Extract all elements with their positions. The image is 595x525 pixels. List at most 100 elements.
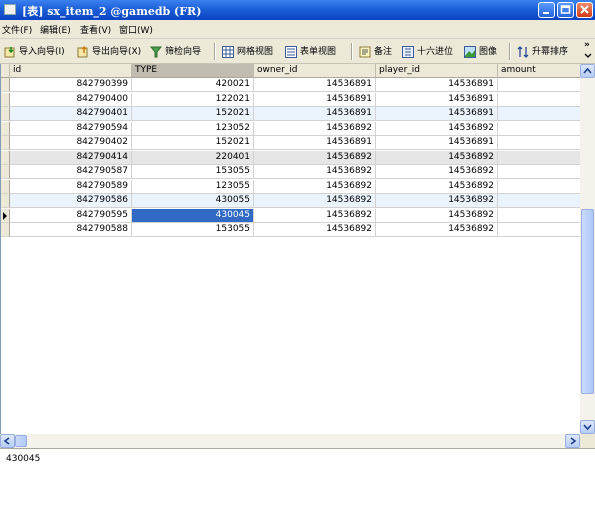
export-wizard-button[interactable]: 导出向导(X)	[77, 44, 141, 59]
horizontal-scroll-thumb[interactable]	[15, 435, 27, 447]
cell-type[interactable]: 430045	[132, 208, 254, 223]
cell-player-id[interactable]: 14536891	[376, 107, 498, 121]
maximize-button[interactable]	[557, 2, 574, 18]
import-wizard-button[interactable]: 导入向导(I)	[4, 44, 65, 59]
row-indicator[interactable]	[1, 92, 10, 107]
row-indicator[interactable]	[1, 179, 10, 194]
cell-type[interactable]: 123052	[132, 121, 254, 136]
column-header-player-id[interactable]: player_id	[376, 64, 498, 78]
menu-file[interactable]: 文件(F)	[2, 23, 32, 36]
cell-player-id[interactable]: 14536891	[376, 92, 498, 107]
form-view-button[interactable]: 表单视图	[285, 44, 336, 59]
row-indicator[interactable]	[1, 78, 10, 92]
cell-amount[interactable]	[498, 150, 580, 165]
cell-amount[interactable]	[498, 122, 580, 136]
cell-id[interactable]: 842790586	[10, 194, 132, 208]
cell-type[interactable]: 153055	[132, 165, 254, 179]
grid-view-button[interactable]: 网格视图	[222, 44, 273, 59]
column-header-owner-id[interactable]: owner_id	[254, 64, 376, 78]
column-header-type[interactable]: TYPE	[132, 64, 254, 78]
cell-type[interactable]: 123055	[132, 179, 254, 194]
cell-id[interactable]: 842790587	[10, 165, 132, 179]
cell-id[interactable]: 842790589	[10, 179, 132, 194]
cell-id[interactable]: 842790402	[10, 136, 132, 150]
cell-type[interactable]: 152021	[132, 136, 254, 150]
memo-icon	[359, 46, 371, 57]
cell-amount[interactable]	[498, 93, 580, 107]
cell-owner-id[interactable]: 14536892	[254, 121, 376, 136]
cell-type[interactable]: 220401	[132, 150, 254, 165]
cell-amount[interactable]	[498, 194, 580, 208]
row-indicator[interactable]	[1, 121, 10, 136]
chevron-down-icon[interactable]	[584, 53, 592, 59]
cell-amount[interactable]	[498, 165, 580, 179]
cell-id[interactable]: 842790588	[10, 223, 132, 237]
column-header-amount[interactable]: amount	[498, 64, 580, 78]
cell-owner-id[interactable]: 14536892	[254, 208, 376, 223]
row-indicator[interactable]	[1, 194, 10, 208]
close-button[interactable]	[576, 2, 593, 18]
filter-wizard-button[interactable]: 筛检向导	[150, 44, 201, 59]
scroll-left-button[interactable]	[0, 434, 15, 448]
vertical-scrollbar[interactable]	[580, 64, 595, 434]
menu-view[interactable]: 查看(V)	[80, 23, 111, 36]
menu-window[interactable]: 窗口(W)	[119, 23, 153, 36]
cell-type[interactable]: 430055	[132, 194, 254, 208]
minimize-button[interactable]	[538, 2, 555, 18]
column-header-id[interactable]: id	[10, 64, 132, 78]
cell-owner-id[interactable]: 14536892	[254, 165, 376, 179]
cell-owner-id[interactable]: 14536892	[254, 179, 376, 194]
cell-player-id[interactable]: 14536892	[376, 194, 498, 208]
cell-player-id[interactable]: 14536891	[376, 78, 498, 92]
toolbar-overflow-button[interactable]: »	[584, 40, 590, 50]
row-indicator[interactable]	[1, 165, 10, 179]
row-indicator[interactable]	[1, 150, 10, 165]
image-button[interactable]: 图像	[464, 44, 497, 59]
row-indicator[interactable]	[1, 136, 10, 150]
vertical-scroll-thumb[interactable]	[581, 209, 594, 394]
cell-id[interactable]: 842790399	[10, 78, 132, 92]
cell-id[interactable]: 842790400	[10, 92, 132, 107]
cell-amount[interactable]	[498, 78, 580, 92]
cell-owner-id[interactable]: 14536892	[254, 150, 376, 165]
cell-amount[interactable]	[498, 223, 580, 237]
menu-edit[interactable]: 编辑(E)	[40, 23, 71, 36]
cell-owner-id[interactable]: 14536891	[254, 136, 376, 150]
scroll-right-button[interactable]	[565, 434, 580, 448]
cell-owner-id[interactable]: 14536891	[254, 92, 376, 107]
cell-owner-id[interactable]: 14536892	[254, 223, 376, 237]
cell-amount[interactable]	[498, 136, 580, 150]
hex-button[interactable]: 十六进位	[402, 44, 453, 59]
cell-player-id[interactable]: 14536892	[376, 223, 498, 237]
cell-player-id[interactable]: 14536891	[376, 136, 498, 150]
scroll-down-button[interactable]	[580, 420, 595, 434]
cell-player-id[interactable]: 14536892	[376, 121, 498, 136]
cell-amount[interactable]	[498, 107, 580, 121]
cell-player-id[interactable]: 14536892	[376, 179, 498, 194]
cell-value-panel[interactable]: 430045	[0, 448, 595, 525]
cell-id[interactable]: 842790595	[10, 208, 132, 223]
cell-player-id[interactable]: 14536892	[376, 165, 498, 179]
cell-type[interactable]: 420021	[132, 78, 254, 92]
cell-owner-id[interactable]: 14536891	[254, 78, 376, 92]
horizontal-scrollbar[interactable]	[0, 434, 580, 448]
row-indicator[interactable]	[1, 208, 10, 223]
row-indicator[interactable]	[1, 107, 10, 121]
row-indicator[interactable]	[1, 223, 10, 237]
cell-id[interactable]: 842790594	[10, 121, 132, 136]
cell-id[interactable]: 842790414	[10, 150, 132, 165]
cell-type[interactable]: 152021	[132, 107, 254, 121]
sort-ascending-button[interactable]: 升幂排序	[517, 44, 568, 59]
cell-type[interactable]: 153055	[132, 223, 254, 237]
cell-amount[interactable]	[498, 180, 580, 194]
cell-owner-id[interactable]: 14536892	[254, 194, 376, 208]
cell-player-id[interactable]: 14536892	[376, 208, 498, 223]
data-grid[interactable]: id TYPE owner_id player_id amount 842790…	[0, 64, 580, 434]
memo-button[interactable]: 备注	[359, 44, 392, 59]
cell-player-id[interactable]: 14536892	[376, 150, 498, 165]
scroll-up-button[interactable]	[580, 64, 595, 78]
cell-type[interactable]: 122021	[132, 92, 254, 107]
cell-id[interactable]: 842790401	[10, 107, 132, 121]
cell-owner-id[interactable]: 14536891	[254, 107, 376, 121]
cell-amount[interactable]	[498, 209, 580, 223]
